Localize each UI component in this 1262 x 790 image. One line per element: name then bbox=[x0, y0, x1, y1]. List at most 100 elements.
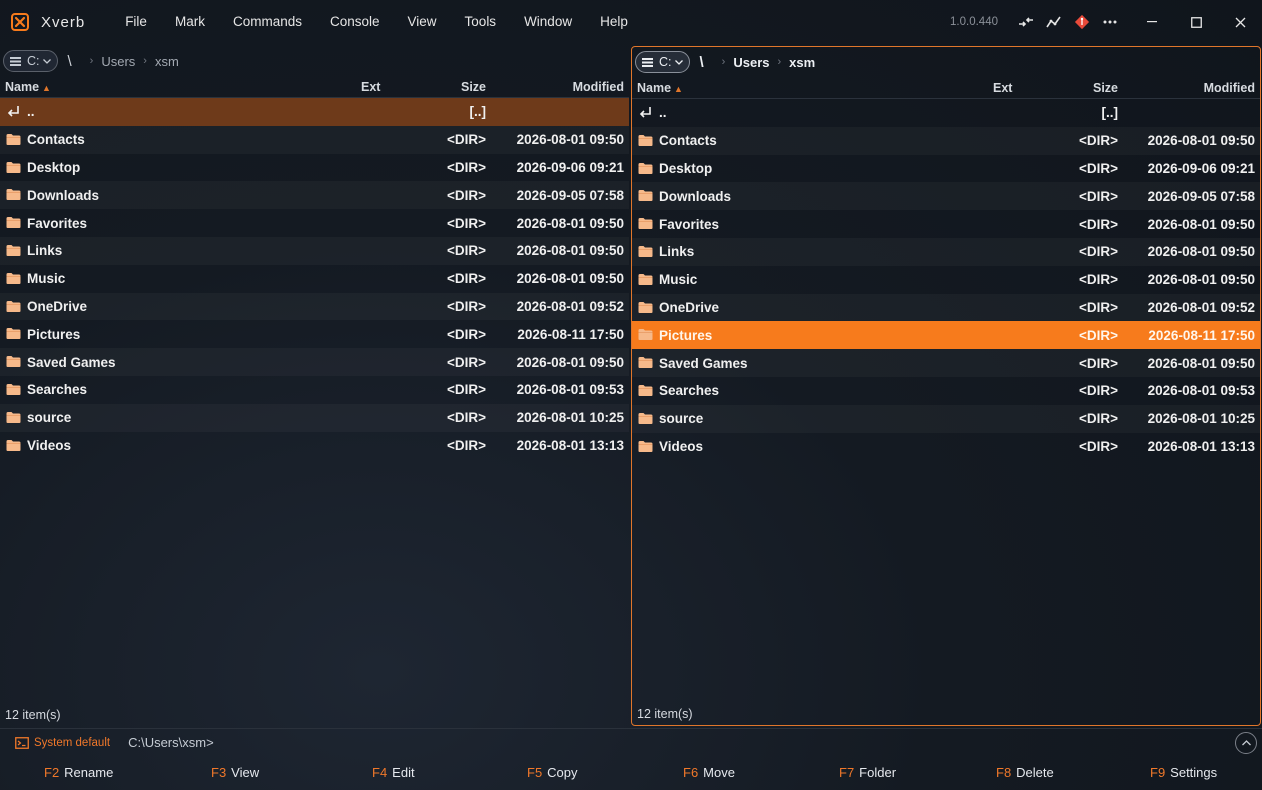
fkey-settings-button[interactable]: F9 Settings bbox=[1150, 765, 1217, 780]
file-row[interactable]: Links <DIR> 2026-08-01 09:50 bbox=[0, 237, 629, 265]
chevron-right-icon: › bbox=[777, 56, 782, 68]
shell-selector[interactable]: System default bbox=[34, 737, 110, 749]
breadcrumb-xsm[interactable]: xsm bbox=[789, 55, 815, 70]
breadcrumb-users[interactable]: Users bbox=[101, 54, 135, 69]
column-modified-header[interactable]: Modified bbox=[1204, 81, 1255, 95]
file-row[interactable]: Downloads <DIR> 2026-09-05 07:58 bbox=[0, 181, 629, 209]
file-row[interactable]: Pictures <DIR> 2026-08-11 17:50 bbox=[632, 321, 1260, 350]
file-row[interactable]: Downloads <DIR> 2026-09-05 07:58 bbox=[632, 182, 1260, 210]
folder-icon bbox=[638, 329, 653, 341]
column-name-header[interactable]: Name ▲ bbox=[5, 80, 51, 94]
activity-icon[interactable] bbox=[1040, 8, 1068, 36]
breadcrumb-users[interactable]: Users bbox=[733, 55, 769, 70]
file-row[interactable]: Videos <DIR> 2026-08-01 13:13 bbox=[0, 432, 629, 460]
file-row[interactable]: source <DIR> 2026-08-01 10:25 bbox=[0, 404, 629, 432]
column-size-header[interactable]: Size bbox=[1072, 81, 1118, 95]
file-name: Searches bbox=[659, 383, 720, 399]
file-row[interactable]: Contacts <DIR> 2026-08-01 09:50 bbox=[0, 126, 629, 154]
folder-icon bbox=[638, 440, 653, 452]
file-modified: 2026-08-01 09:50 bbox=[516, 132, 624, 148]
file-row[interactable]: Contacts <DIR> 2026-08-01 09:50 bbox=[632, 127, 1260, 155]
parent-dir-label: .. bbox=[659, 105, 667, 121]
file-size: <DIR> bbox=[1078, 438, 1118, 454]
compare-icon[interactable] bbox=[1012, 8, 1040, 36]
file-name: Videos bbox=[659, 438, 704, 454]
parent-dir-row[interactable]: .. [..] bbox=[0, 98, 629, 126]
file-row[interactable]: Favorites <DIR> 2026-08-01 09:50 bbox=[632, 210, 1260, 238]
drive-selector[interactable]: C: bbox=[635, 51, 690, 73]
fkey-move-button[interactable]: F6 Move bbox=[683, 765, 735, 780]
menu-console[interactable]: Console bbox=[316, 0, 394, 44]
fkey-label: Settings bbox=[1170, 764, 1218, 780]
file-row[interactable]: Saved Games <DIR> 2026-08-01 09:50 bbox=[0, 348, 629, 376]
parent-dir-size: [..] bbox=[1101, 105, 1119, 121]
fkey-delete-button[interactable]: F8 Delete bbox=[996, 765, 1054, 780]
fkey-label: Folder bbox=[859, 764, 897, 780]
column-ext-header[interactable]: Ext bbox=[361, 80, 380, 94]
file-modified: 2026-08-01 09:50 bbox=[516, 215, 624, 231]
menu-commands[interactable]: Commands bbox=[219, 0, 316, 44]
file-row[interactable]: Videos <DIR> 2026-08-01 13:13 bbox=[632, 433, 1260, 461]
file-name: source bbox=[659, 411, 704, 427]
column-modified-header[interactable]: Modified bbox=[573, 80, 624, 94]
file-row[interactable]: Searches <DIR> 2026-08-01 09:53 bbox=[0, 376, 629, 404]
drive-list-icon bbox=[642, 57, 653, 67]
fkey-edit-button[interactable]: F4 Edit bbox=[372, 765, 415, 780]
parent-dir-row[interactable]: .. [..] bbox=[632, 99, 1260, 127]
menu-bar: File Mark Commands Console View Tools Wi… bbox=[106, 0, 642, 44]
file-row[interactable]: Saved Games <DIR> 2026-08-01 09:50 bbox=[632, 349, 1260, 377]
file-row[interactable]: Desktop <DIR> 2026-09-06 09:21 bbox=[0, 154, 629, 182]
path-root[interactable]: \ bbox=[700, 54, 704, 71]
menu-mark[interactable]: Mark bbox=[161, 0, 219, 44]
file-row[interactable]: Music <DIR> 2026-08-01 09:50 bbox=[0, 265, 629, 293]
menu-file[interactable]: File bbox=[111, 0, 161, 44]
fkey-rename-button[interactable]: F2 Rename bbox=[44, 765, 113, 780]
terminal-icon bbox=[15, 736, 29, 749]
folder-icon bbox=[6, 133, 21, 145]
expand-console-button[interactable] bbox=[1235, 732, 1257, 754]
breadcrumb-xsm[interactable]: xsm bbox=[155, 54, 179, 69]
file-row[interactable]: Pictures <DIR> 2026-08-11 17:50 bbox=[0, 320, 629, 348]
file-row[interactable]: source <DIR> 2026-08-01 10:25 bbox=[632, 405, 1260, 433]
git-icon[interactable] bbox=[1068, 8, 1096, 36]
file-row[interactable]: Links <DIR> 2026-08-01 09:50 bbox=[632, 238, 1260, 266]
path-bar: C: \ › Users › xsm bbox=[0, 46, 629, 76]
fkey-copy-button[interactable]: F5 Copy bbox=[527, 765, 578, 780]
file-name: Contacts bbox=[27, 132, 85, 148]
menu-window[interactable]: Window bbox=[510, 0, 586, 44]
minimize-button[interactable] bbox=[1130, 0, 1174, 44]
console-bar: System default C:\Users\xsm> bbox=[0, 728, 1262, 756]
folder-icon bbox=[638, 162, 653, 174]
file-modified: 2026-08-01 13:13 bbox=[516, 437, 624, 453]
file-size: <DIR> bbox=[1078, 216, 1118, 232]
file-list: .. [..] Contacts <DIR> 2026-08-01 09:50 Des… bbox=[632, 99, 1260, 460]
maximize-button[interactable] bbox=[1174, 0, 1218, 44]
folder-icon bbox=[638, 412, 653, 424]
file-name: OneDrive bbox=[27, 298, 88, 314]
console-prompt[interactable]: C:\Users\xsm> bbox=[128, 735, 214, 750]
file-name: Links bbox=[27, 243, 63, 259]
fkey-view-button[interactable]: F3 View bbox=[211, 765, 259, 780]
folder-icon bbox=[6, 272, 21, 284]
folder-icon bbox=[6, 300, 21, 312]
path-root[interactable]: \ bbox=[68, 53, 72, 70]
drive-selector[interactable]: C: bbox=[3, 50, 58, 72]
column-size-header[interactable]: Size bbox=[440, 80, 486, 94]
column-ext-header[interactable]: Ext bbox=[993, 81, 1012, 95]
file-row[interactable]: OneDrive <DIR> 2026-08-01 09:52 bbox=[0, 293, 629, 321]
close-button[interactable] bbox=[1218, 0, 1262, 44]
file-row[interactable]: Favorites <DIR> 2026-08-01 09:50 bbox=[0, 209, 629, 237]
menu-help[interactable]: Help bbox=[586, 0, 642, 44]
menu-view[interactable]: View bbox=[394, 0, 451, 44]
folder-icon bbox=[6, 383, 21, 395]
file-name: Links bbox=[659, 244, 695, 260]
fkey-folder-button[interactable]: F7 Folder bbox=[839, 765, 896, 780]
file-modified: 2026-08-01 09:50 bbox=[1147, 216, 1255, 232]
more-icon[interactable] bbox=[1096, 8, 1124, 36]
column-name-header[interactable]: Name ▲ bbox=[637, 81, 683, 95]
menu-tools[interactable]: Tools bbox=[451, 0, 511, 44]
file-row[interactable]: Searches <DIR> 2026-08-01 09:53 bbox=[632, 377, 1260, 405]
file-row[interactable]: OneDrive <DIR> 2026-08-01 09:52 bbox=[632, 294, 1260, 322]
file-row[interactable]: Desktop <DIR> 2026-09-06 09:21 bbox=[632, 155, 1260, 183]
file-row[interactable]: Music <DIR> 2026-08-01 09:50 bbox=[632, 266, 1260, 294]
